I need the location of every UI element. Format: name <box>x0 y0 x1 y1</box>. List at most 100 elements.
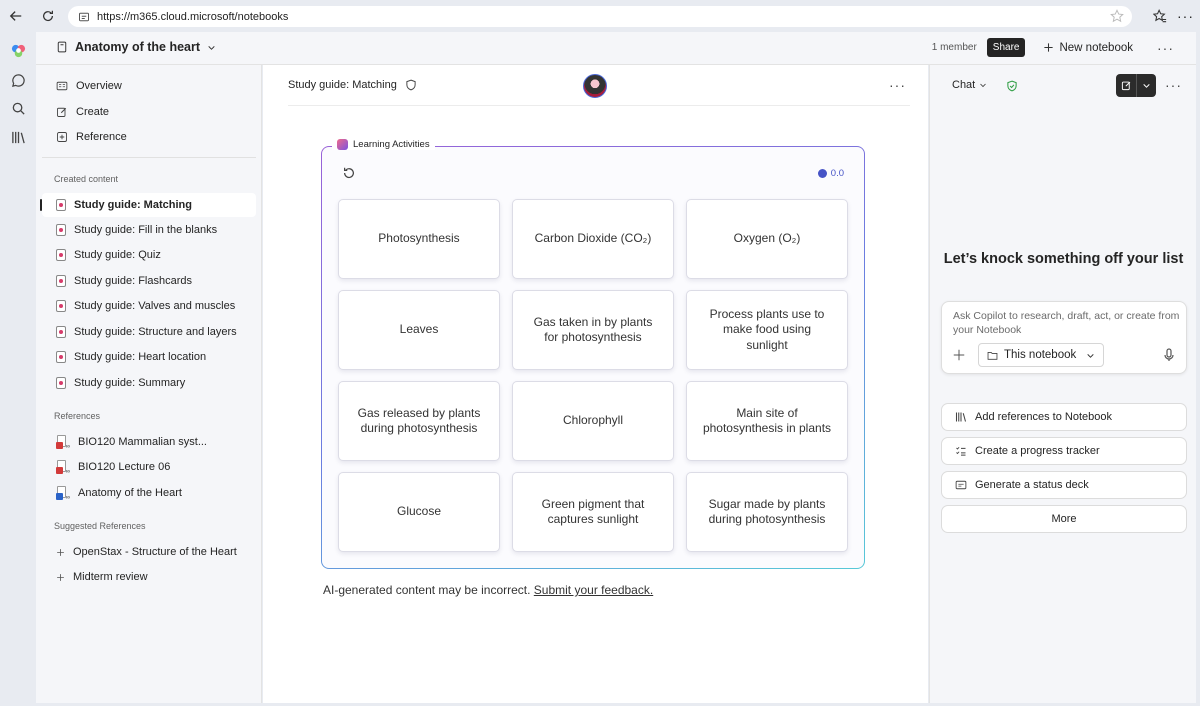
ai-disclaimer: AI-generated content may be incorrect. S… <box>323 583 653 597</box>
scope-selector[interactable]: This notebook <box>978 343 1105 367</box>
created-item-label: Study guide: Structure and layers <box>74 326 237 338</box>
copilot-logo-icon[interactable] <box>10 42 26 58</box>
new-notebook-label: New notebook <box>1059 41 1133 54</box>
shield-icon[interactable] <box>405 79 417 91</box>
matching-card[interactable]: Photosynthesis <box>338 199 500 279</box>
browser-menu-icon[interactable]: ··· <box>1177 8 1194 24</box>
nav-label: Reference <box>76 131 127 143</box>
chevron-down-icon <box>1087 353 1094 358</box>
matching-card[interactable]: Chlorophyll <box>512 381 674 461</box>
nav-create[interactable]: Create <box>42 100 256 124</box>
header-actions: 1 member Share New notebook ··· <box>932 38 1174 57</box>
reload-icon <box>43 10 53 22</box>
add-attachment-icon[interactable] <box>953 349 965 361</box>
overview-icon <box>56 81 68 91</box>
created-item-flashcards[interactable]: Study guide: Flashcards <box>42 269 256 293</box>
feedback-link[interactable]: Submit your feedback. <box>534 583 653 597</box>
matching-card[interactable]: Gas taken in by plants for photosynthesi… <box>512 290 674 370</box>
created-item-quiz[interactable]: Study guide: Quiz <box>42 243 256 267</box>
more-label: More <box>1051 513 1077 525</box>
chevron-down-icon <box>1143 84 1150 88</box>
more-options-icon[interactable]: ··· <box>889 77 906 93</box>
created-item-heart-location[interactable]: Study guide: Heart location <box>42 345 256 369</box>
suggestion-status-deck[interactable]: Generate a status deck <box>941 471 1187 499</box>
page-title: Study guide: Matching <box>288 79 397 91</box>
chevron-down-icon <box>980 83 987 88</box>
copilot-prompt-box[interactable]: Ask Copilot to research, draft, act, or … <box>941 301 1187 374</box>
created-item-label: Study guide: Valves and muscles <box>74 300 236 312</box>
url-text: https://m365.cloud.microsoft/notebooks <box>97 10 289 23</box>
nav-label: Overview <box>76 80 122 92</box>
chevron-down-icon <box>208 45 215 50</box>
matching-card[interactable]: Sugar made by plants during photosynthes… <box>686 472 848 552</box>
back-button[interactable] <box>0 0 32 32</box>
activity-label: Learning Activities <box>332 139 435 150</box>
chat-icon[interactable] <box>10 72 26 88</box>
references-heading: References <box>54 411 101 421</box>
matching-card[interactable]: Green pigment that captures sunlight <box>512 472 674 552</box>
reference-label: Anatomy of the Heart <box>78 487 182 499</box>
app-header: Anatomy of the heart 1 member Share New … <box>36 32 1196 65</box>
suggestion-add-references[interactable]: Add references to Notebook <box>941 403 1187 431</box>
nav-reference[interactable]: Reference <box>42 125 256 149</box>
created-item-matching[interactable]: Study guide: Matching <box>40 193 256 217</box>
matching-card[interactable]: Process plants use to make food using su… <box>686 290 848 370</box>
scope-label: This notebook <box>1004 349 1077 361</box>
suggestion-progress-tracker[interactable]: Create a progress tracker <box>941 437 1187 465</box>
matching-card[interactable]: Main site of photosynthesis in plants <box>686 381 848 461</box>
matching-card[interactable]: Carbon Dioxide (CO₂) <box>512 199 674 279</box>
created-item-fill-blanks[interactable]: Study guide: Fill in the blanks <box>42 218 256 242</box>
reload-button[interactable] <box>32 0 64 32</box>
matching-card[interactable]: Leaves <box>338 290 500 370</box>
reset-icon[interactable] <box>342 166 356 180</box>
page-icon <box>56 326 66 338</box>
matching-grid: Photosynthesis Carbon Dioxide (CO₂) Oxyg… <box>338 199 848 552</box>
matching-card[interactable]: Glucose <box>338 472 500 552</box>
notebook-sidebar: Overview Create Reference Created conten… <box>36 65 262 703</box>
matching-card[interactable]: Oxygen (O₂) <box>686 199 848 279</box>
created-item-summary[interactable]: Study guide: Summary <box>42 371 256 395</box>
created-item-valves[interactable]: Study guide: Valves and muscles <box>42 294 256 318</box>
suggested-item-openstax[interactable]: OpenStax - Structure of the Heart <box>42 540 256 564</box>
edit-icon <box>57 107 67 117</box>
created-item-label: Study guide: Flashcards <box>74 275 193 287</box>
divider <box>288 105 910 106</box>
prompt-placeholder[interactable]: Ask Copilot to research, draft, act, or … <box>953 309 1183 337</box>
member-count[interactable]: 1 member <box>932 42 977 53</box>
address-bar[interactable]: https://m365.cloud.microsoft/notebooks <box>68 6 1132 27</box>
favorites-icon[interactable] <box>1153 9 1167 23</box>
page-icon <box>56 351 66 363</box>
learning-activities-logo-icon <box>337 139 348 150</box>
main-content: Study guide: Matching ··· Learning Activ… <box>263 65 928 703</box>
new-chat-button[interactable] <box>1116 74 1136 97</box>
created-item-structure[interactable]: Study guide: Structure and layers <box>42 320 256 344</box>
created-content-heading: Created content <box>54 174 119 184</box>
reference-item-bio120-lecture[interactable]: ∞ BIO120 Lecture 06 <box>42 455 256 479</box>
page-icon <box>56 249 66 261</box>
add-box-icon <box>57 132 67 142</box>
library-icon[interactable] <box>10 129 26 145</box>
suggested-label: OpenStax - Structure of the Heart <box>73 546 237 558</box>
more-suggestions-button[interactable]: More <box>941 505 1187 533</box>
new-notebook-button[interactable]: New notebook <box>1043 42 1133 54</box>
search-icon[interactable] <box>10 100 26 116</box>
page-icon <box>56 199 66 211</box>
protected-shield-icon[interactable] <box>1006 79 1018 93</box>
created-item-label: Study guide: Summary <box>74 377 186 389</box>
share-button[interactable]: Share <box>986 38 1026 57</box>
reference-item-bio120-mammalian[interactable]: ∞ BIO120 Mammalian syst... <box>42 430 256 454</box>
microphone-icon[interactable] <box>1164 348 1174 362</box>
matching-card[interactable]: Gas released by plants during photosynth… <box>338 381 500 461</box>
suggested-item-midterm[interactable]: Midterm review <box>42 565 256 589</box>
reference-item-anatomy[interactable]: ∞ Anatomy of the Heart <box>42 481 256 505</box>
avatar[interactable] <box>583 74 607 98</box>
favorite-star-icon[interactable] <box>1110 9 1124 23</box>
more-options-icon[interactable]: ··· <box>1165 77 1182 93</box>
browser-toolbar: https://m365.cloud.microsoft/notebooks ·… <box>0 0 1200 32</box>
more-options-icon[interactable]: ··· <box>1157 40 1174 56</box>
new-chat-options-button[interactable] <box>1136 74 1156 97</box>
chat-mode-dropdown[interactable]: Chat <box>952 79 987 91</box>
notebook-title-menu[interactable]: Anatomy of the heart <box>56 40 216 54</box>
notebook-title: Anatomy of the heart <box>75 40 201 54</box>
nav-overview[interactable]: Overview <box>42 74 256 98</box>
